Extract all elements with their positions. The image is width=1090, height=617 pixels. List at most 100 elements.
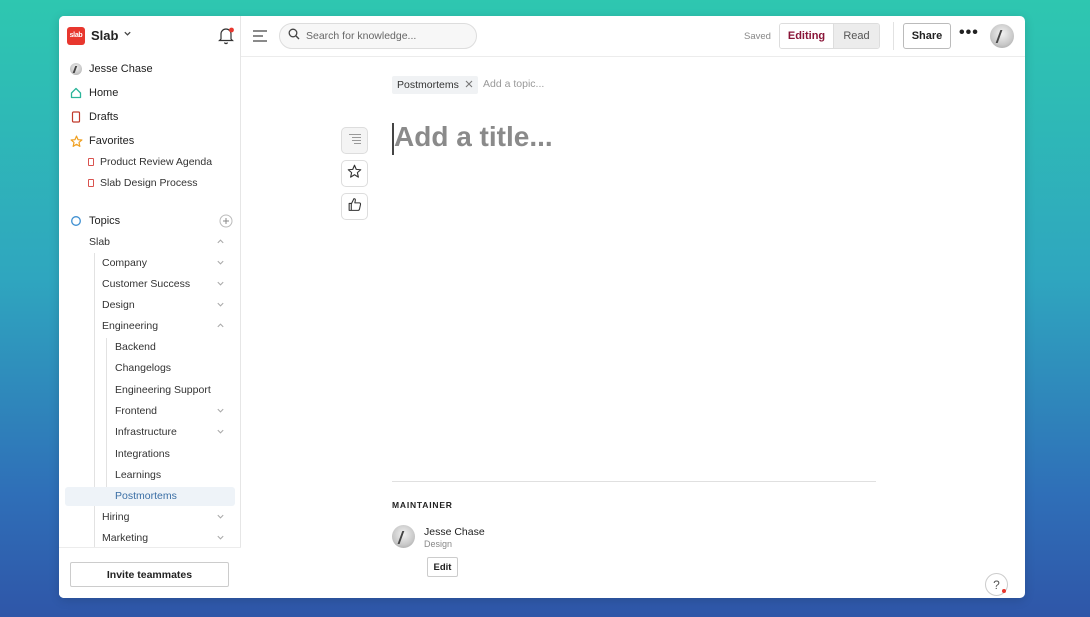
sidebar-item-home[interactable]: Home <box>69 84 118 102</box>
topic-item-hiring[interactable]: Hiring <box>102 507 235 527</box>
topic-label: Integrations <box>115 448 170 460</box>
user-avatar[interactable] <box>990 24 1014 48</box>
chevron-down-icon[interactable] <box>216 533 225 544</box>
topics-icon <box>69 214 83 228</box>
topic-item-engineering[interactable]: Engineering <box>102 316 235 336</box>
chevron-down-icon[interactable] <box>216 427 225 438</box>
notification-dot <box>1002 589 1006 593</box>
editing-mode-button[interactable]: Editing <box>780 24 834 48</box>
chevron-down-icon[interactable] <box>216 512 225 523</box>
topic-item-infrastructure[interactable]: Infrastructure <box>115 422 235 442</box>
sidebar-item-drafts[interactable]: Drafts <box>69 108 118 126</box>
topic-item-integrations[interactable]: Integrations <box>115 444 235 464</box>
topic-item-learnings[interactable]: Learnings <box>115 465 235 485</box>
topic-chip[interactable]: Postmortems <box>392 76 478 94</box>
thumbs-up-icon <box>347 197 362 217</box>
title-placeholder: Add a title... <box>394 121 553 152</box>
favorite-button[interactable] <box>341 160 368 187</box>
share-button[interactable]: Share <box>903 23 951 49</box>
bell-icon[interactable] <box>217 26 235 46</box>
search-input[interactable] <box>306 30 466 42</box>
maintainer-team: Design <box>424 539 453 549</box>
topic-label: Company <box>102 257 147 269</box>
maintainer-avatar <box>392 525 415 548</box>
content-divider <box>392 481 876 482</box>
workspace-header[interactable]: slab Slab <box>67 26 235 48</box>
favorite-item[interactable]: Product Review Agenda <box>88 154 212 170</box>
sidebar-user-label: Jesse Chase <box>89 63 153 75</box>
menu-icon[interactable] <box>252 28 268 44</box>
like-button[interactable] <box>341 193 368 220</box>
sidebar-item-profile[interactable]: Jesse Chase <box>69 60 153 78</box>
more-options-icon[interactable]: ••• <box>959 24 979 46</box>
sidebar-item-topics[interactable]: Topics <box>69 212 233 230</box>
topic-item-engineering-support[interactable]: Engineering Support <box>115 380 235 400</box>
edit-maintainer-button[interactable]: Edit <box>427 557 458 577</box>
topic-chip-label: Postmortems <box>397 79 459 91</box>
app-window: slab Slab Jesse Chase Home Drafts Favori… <box>59 16 1025 598</box>
topic-label: Marketing <box>102 532 149 544</box>
tree-guide <box>94 253 95 553</box>
chevron-up-icon[interactable] <box>216 237 225 248</box>
topic-item-postmortems[interactable]: Postmortems <box>115 486 235 506</box>
topic-item-customer-success[interactable]: Customer Success <box>102 274 235 294</box>
drafts-icon <box>69 110 83 124</box>
title-input[interactable]: Add a title... <box>392 121 872 161</box>
maintainer-name: Jesse Chase <box>424 526 485 538</box>
close-icon[interactable] <box>465 79 473 91</box>
topic-label: Design <box>102 299 135 311</box>
topic-label: Learnings <box>115 469 162 481</box>
sidebar-drafts-label: Drafts <box>89 111 119 123</box>
slab-logo: slab <box>67 27 85 45</box>
chevron-down-icon[interactable] <box>216 279 225 290</box>
outline-button[interactable] <box>341 127 368 154</box>
topic-item-changelogs[interactable]: Changelogs <box>115 358 235 378</box>
workspace-name[interactable]: Slab <box>91 28 118 43</box>
topic-label: Customer Success <box>102 278 191 290</box>
favorite-item[interactable]: Slab Design Process <box>88 175 197 191</box>
search-bar[interactable] <box>279 23 477 49</box>
document-icon <box>88 158 94 166</box>
topic-label: Backend <box>115 341 156 353</box>
topic-label: Engineering Support <box>115 384 211 396</box>
star-icon <box>347 164 362 184</box>
sidebar: slab Slab Jesse Chase Home Drafts Favori… <box>59 16 241 598</box>
topic-item-marketing[interactable]: Marketing <box>102 528 235 548</box>
chevron-down-icon[interactable] <box>216 300 225 311</box>
topic-item-slab[interactable]: Slab <box>89 232 235 252</box>
topic-item-design[interactable]: Design <box>102 295 235 315</box>
topic-label: Infrastructure <box>115 426 177 438</box>
outline-icon <box>348 132 362 150</box>
sidebar-topics-label: Topics <box>89 215 121 227</box>
maintainer-heading: MAINTAINER <box>392 500 453 510</box>
topic-label: Slab <box>89 236 111 248</box>
chevron-up-icon[interactable] <box>216 321 225 332</box>
home-icon <box>69 86 83 100</box>
topic-item-backend[interactable]: Backend <box>115 337 235 357</box>
chevron-down-icon[interactable] <box>216 406 225 417</box>
tree-guide <box>106 338 107 496</box>
chevron-down-icon[interactable] <box>123 29 132 40</box>
invite-teammates-button[interactable]: Invite teammates <box>70 562 229 587</box>
topic-item-frontend[interactable]: Frontend <box>115 401 235 421</box>
saved-status: Saved <box>744 31 771 42</box>
topic-label: Changelogs <box>115 362 172 374</box>
read-mode-button[interactable]: Read <box>834 24 879 48</box>
avatar <box>69 62 83 76</box>
divider <box>893 22 894 50</box>
help-icon: ? <box>993 577 1000 592</box>
plus-icon[interactable] <box>219 214 233 231</box>
sidebar-item-favorites[interactable]: Favorites <box>69 132 134 150</box>
add-topic-input[interactable]: Add a topic... <box>483 78 544 90</box>
topic-label: Hiring <box>102 511 130 523</box>
topic-item-company[interactable]: Company <box>102 253 235 273</box>
favorite-label: Product Review Agenda <box>100 156 213 168</box>
sidebar-footer: Invite teammates <box>59 547 241 598</box>
help-button[interactable]: ? <box>985 573 1008 596</box>
chevron-down-icon[interactable] <box>216 258 225 269</box>
mode-toggle: Editing Read <box>779 23 880 49</box>
topic-label: Postmortems <box>115 490 177 502</box>
sidebar-favorites-label: Favorites <box>89 135 135 147</box>
topic-label: Frontend <box>115 405 158 417</box>
document-editor: Postmortems Add a topic... Add a title..… <box>241 57 1025 598</box>
